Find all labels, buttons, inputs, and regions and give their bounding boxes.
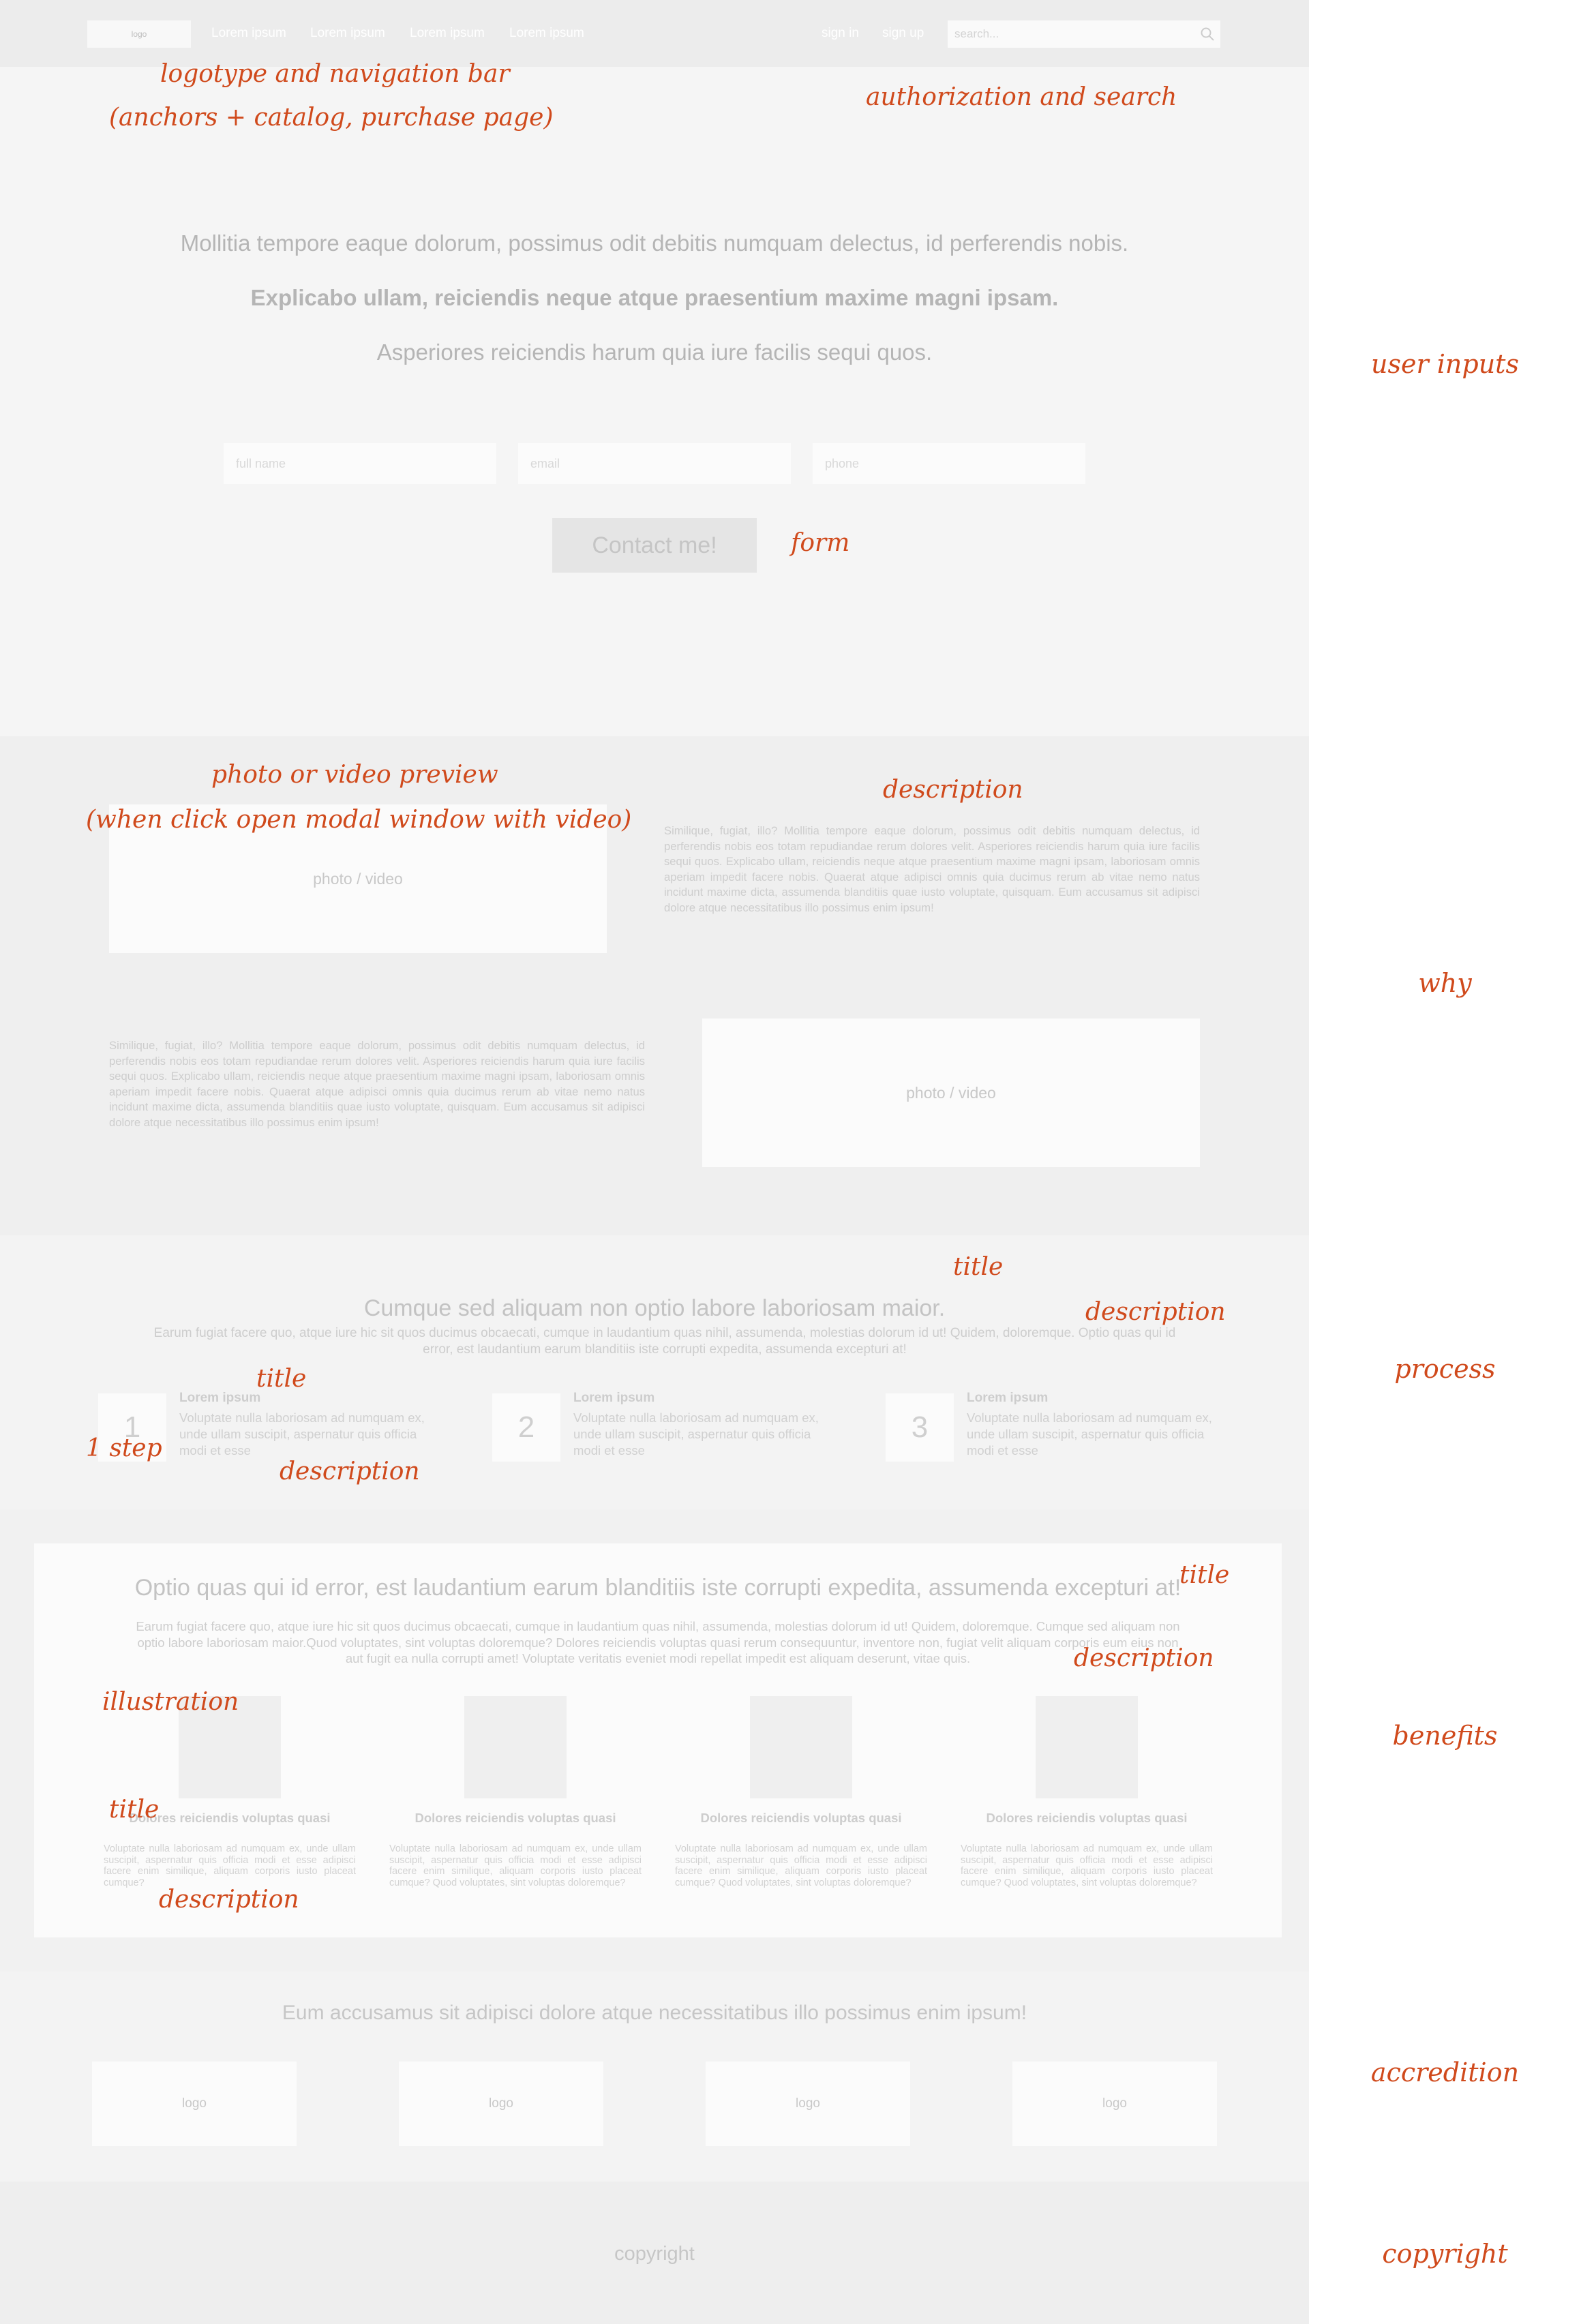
- phone-field[interactable]: phone: [813, 443, 1085, 484]
- partner-logo-3[interactable]: logo: [706, 2062, 910, 2146]
- hero-line-2: Explicabo ullam, reiciendis neque atque …: [250, 285, 1059, 310]
- benefits-title: Optio quas qui id error, est laudantium …: [134, 1575, 1181, 1601]
- annotation-illustration-description: description: [159, 1886, 299, 1914]
- nav-link-4[interactable]: Lorem ipsum: [509, 26, 584, 41]
- step-title-2: Lorem ipsum: [573, 1391, 655, 1405]
- hero-line-3: Asperiores reiciendis harum quia iure fa…: [376, 339, 933, 365]
- photo-video-preview-2[interactable]: photo / video: [702, 1018, 1200, 1167]
- side-label-copyright: copyright: [1382, 2239, 1508, 2269]
- why-description-2: Similique, fugiat, illo? Mollitia tempor…: [109, 1039, 645, 1129]
- hero-section: Mollitia tempore eaque dolorum, possimus…: [0, 67, 1309, 736]
- annotation-illustration-title: title: [109, 1796, 160, 1824]
- nav-link-1[interactable]: Lorem ipsum: [211, 26, 286, 41]
- benefit-illustration-2: [464, 1696, 567, 1798]
- footer-section: copyright: [0, 2182, 1309, 2324]
- copyright-text: copyright: [614, 2243, 695, 2265]
- side-label-benefits: benefits: [1392, 1721, 1498, 1751]
- search-placeholder: search...: [954, 27, 999, 40]
- annotation-logo-nav-detail: (anchors + catalog, purchase page): [109, 104, 554, 132]
- step-description-1: Voluptate nulla laboriosam ad numquam ex…: [179, 1410, 425, 1458]
- hero-line-1: Mollitia tempore eaque dolorum, possimus…: [180, 230, 1129, 256]
- benefits-card: Optio quas qui id error, est laudantium …: [34, 1543, 1282, 1937]
- annotation-media-modal: (when click open modal window with video…: [86, 806, 632, 834]
- sign-in-link[interactable]: sign in: [822, 26, 859, 41]
- annotation-media-preview: photo or video preview: [211, 761, 498, 789]
- benefit-title-4: Dolores reiciendis voluptas quasi: [986, 1811, 1188, 1825]
- nav-link-2[interactable]: Lorem ipsum: [310, 26, 385, 41]
- step-number-3: 3: [886, 1393, 954, 1462]
- partner-logo-4[interactable]: logo: [1012, 2062, 1217, 2146]
- annotation-auth-search: authorization and search: [866, 83, 1177, 111]
- annotation-form: form: [791, 529, 850, 557]
- annotation-step: 1 step: [86, 1434, 162, 1462]
- benefit-title-3: Dolores reiciendis voluptas quasi: [700, 1811, 902, 1825]
- email-field[interactable]: email: [518, 443, 791, 484]
- annotation-benefits-description: description: [1074, 1644, 1214, 1672]
- partner-logo-2[interactable]: logo: [399, 2062, 603, 2146]
- process-section: Cumque sed aliquam non optio labore labo…: [0, 1235, 1309, 1509]
- benefit-description-3: Voluptate nulla laboriosam ad numquam ex…: [675, 1843, 927, 1888]
- side-label-user-inputs: user inputs: [1371, 349, 1519, 379]
- annotation-illustration: illustration: [102, 1688, 239, 1716]
- nav-link-3[interactable]: Lorem ipsum: [410, 26, 485, 41]
- accreditation-title: Eum accusamus sit adipisci dolore atque …: [282, 2002, 1027, 2024]
- landing-page-wireframe: logo Lorem ipsum Lorem ipsum Lorem ipsum…: [0, 0, 1309, 2324]
- annotation-step-description: description: [280, 1458, 420, 1485]
- step-description-2: Voluptate nulla laboriosam ad numquam ex…: [573, 1410, 819, 1458]
- why-description-1: Similique, fugiat, illo? Mollitia tempor…: [664, 824, 1200, 914]
- search-input[interactable]: search...: [948, 20, 1220, 48]
- step-title-1: Lorem ipsum: [179, 1391, 261, 1405]
- side-label-why: why: [1418, 968, 1472, 998]
- step-description-3: Voluptate nulla laboriosam ad numquam ex…: [967, 1410, 1212, 1458]
- benefit-description-4: Voluptate nulla laboriosam ad numquam ex…: [961, 1843, 1213, 1888]
- step-title-3: Lorem ipsum: [967, 1391, 1049, 1405]
- benefit-illustration-3: [750, 1696, 852, 1798]
- annotation-benefits-title: title: [1179, 1561, 1230, 1589]
- step-number-2: 2: [492, 1393, 560, 1462]
- header-bar: logo Lorem ipsum Lorem ipsum Lorem ipsum…: [0, 0, 1309, 67]
- benefit-description-2: Voluptate nulla laboriosam ad numquam ex…: [389, 1843, 642, 1888]
- process-description: Earum fugiat facere quo, atque iure hic …: [153, 1326, 1176, 1357]
- accreditation-section: Eum accusamus sit adipisci dolore atque …: [0, 1972, 1309, 2182]
- annotation-step-title: title: [256, 1365, 307, 1393]
- benefit-description-1: Voluptate nulla laboriosam ad numquam ex…: [104, 1843, 356, 1888]
- benefit-title-2: Dolores reiciendis voluptas quasi: [415, 1811, 616, 1825]
- search-icon[interactable]: [1200, 27, 1215, 42]
- annotation-process-title: title: [953, 1253, 1004, 1281]
- benefit-illustration-4: [1036, 1696, 1138, 1798]
- partner-logo-1[interactable]: logo: [92, 2062, 297, 2146]
- contact-button[interactable]: Contact me!: [552, 518, 757, 573]
- annotation-process-description: description: [1085, 1298, 1226, 1326]
- sign-up-link[interactable]: sign up: [882, 26, 924, 41]
- side-label-accreditation: accredition: [1370, 2057, 1520, 2087]
- full-name-field[interactable]: full name: [224, 443, 496, 484]
- annotation-logo-nav: logotype and navigation bar: [160, 60, 510, 88]
- annotation-why-description: description: [883, 776, 1023, 804]
- benefits-description: Earum fugiat facere quo, atque iure hic …: [136, 1619, 1180, 1665]
- side-label-process: process: [1394, 1354, 1496, 1384]
- logo[interactable]: logo: [87, 20, 191, 48]
